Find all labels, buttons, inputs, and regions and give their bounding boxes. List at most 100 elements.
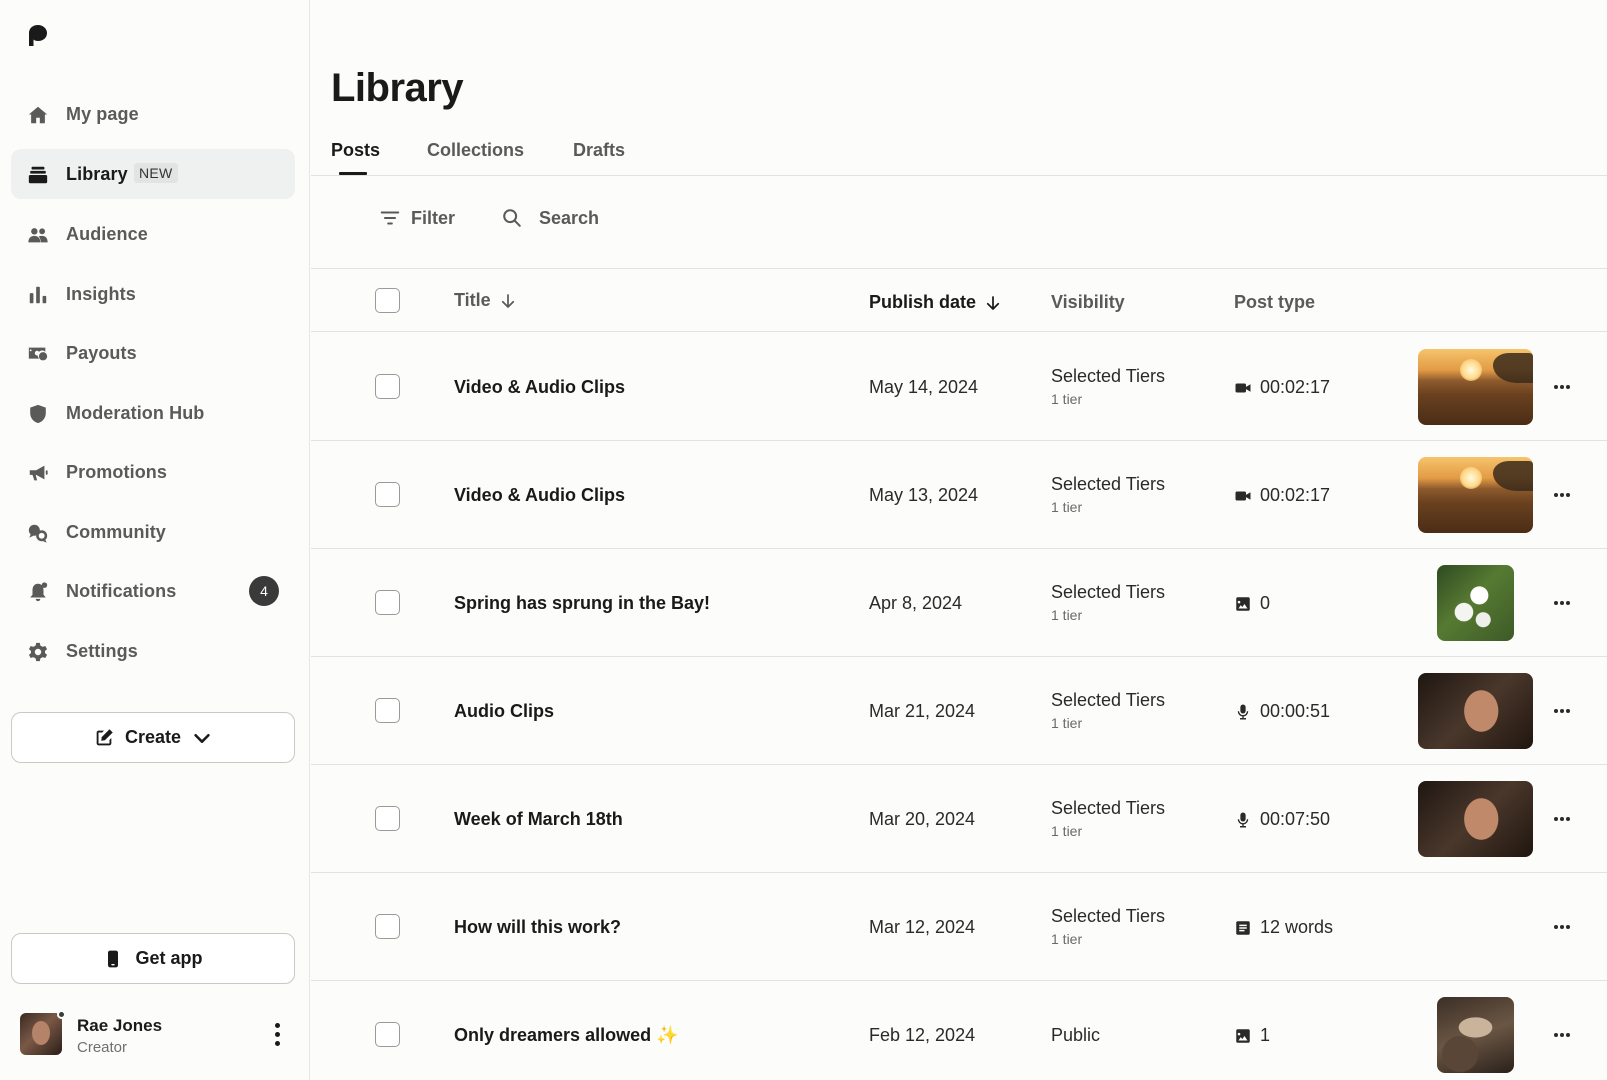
- post-type-cell: 00:02:17: [1234, 485, 1330, 506]
- tab-drafts[interactable]: Drafts: [573, 140, 625, 161]
- more-options-button[interactable]: [1551, 593, 1573, 613]
- more-options-button[interactable]: [1551, 377, 1573, 397]
- payouts-icon: [27, 343, 49, 365]
- post-type-value: 1: [1260, 1025, 1271, 1045]
- post-type-cell: 00:00:51: [1234, 701, 1330, 722]
- row-checkbox[interactable]: [375, 590, 400, 615]
- table-row[interactable]: Only dreamers allowed ✨ Feb 12, 2024 Pub…: [311, 981, 1607, 1080]
- row-checkbox[interactable]: [375, 914, 400, 939]
- publish-date: Mar 20, 2024: [869, 809, 976, 829]
- active-tab-indicator: [339, 172, 367, 175]
- post-title[interactable]: Only dreamers allowed ✨: [454, 1025, 679, 1046]
- arrow-down-icon: [986, 295, 1000, 310]
- sidebar-item-audience[interactable]: Audience: [11, 209, 295, 259]
- home-icon: [27, 104, 49, 126]
- post-thumbnail[interactable]: [1418, 457, 1533, 533]
- publish-date: Mar 12, 2024: [869, 917, 976, 937]
- sidebar-item-label: Library: [66, 163, 128, 184]
- video-icon: [1235, 491, 1251, 500]
- search-icon: [503, 209, 521, 227]
- more-options-button[interactable]: [1551, 809, 1573, 829]
- sidebar-item-library[interactable]: Library NEW: [11, 149, 295, 199]
- avatar[interactable]: [20, 1013, 62, 1055]
- sidebar-item-moderation-hub[interactable]: Moderation Hub: [11, 388, 295, 438]
- sidebar-item-community[interactable]: Community: [11, 507, 295, 557]
- post-title[interactable]: Video & Audio Clips: [454, 485, 625, 506]
- sidebar-item-label: Settings: [66, 640, 138, 661]
- post-thumbnail[interactable]: [1418, 781, 1533, 857]
- post-thumbnail[interactable]: [1418, 673, 1533, 749]
- row-checkbox[interactable]: [375, 374, 400, 399]
- sidebar-item-my-page[interactable]: My page: [11, 89, 295, 139]
- sidebar-item-settings[interactable]: Settings: [11, 626, 295, 676]
- sidebar-item-notifications[interactable]: Notifications 4: [11, 566, 295, 616]
- post-title[interactable]: How will this work?: [454, 917, 621, 938]
- table-row[interactable]: Video & Audio Clips May 13, 2024 Selecte…: [311, 441, 1607, 549]
- sidebar-item-promotions[interactable]: Promotions: [11, 447, 295, 497]
- more-options-button[interactable]: [1551, 485, 1573, 505]
- row-checkbox[interactable]: [375, 1022, 400, 1047]
- create-button[interactable]: Create: [11, 712, 295, 763]
- table-header: Title Publish date Visibility Post type: [311, 270, 1607, 332]
- sidebar-item-label: Promotions: [66, 461, 168, 482]
- main-content: Library Posts Collections Drafts Filter …: [311, 0, 1607, 1080]
- visibility-cell: Selected Tiers 1 tier: [1051, 474, 1165, 515]
- patreon-logo-icon[interactable]: [26, 24, 48, 48]
- post-title[interactable]: Week of March 18th: [454, 809, 623, 830]
- sidebar-item-label: My page: [66, 103, 139, 124]
- table-row[interactable]: Spring has sprung in the Bay! Apr 8, 202…: [311, 549, 1607, 657]
- visibility-cell: Selected Tiers 1 tier: [1051, 906, 1165, 947]
- sidebar: My page Library NEW Audience Insights Pa…: [0, 0, 310, 1080]
- page-title: Library: [331, 66, 464, 110]
- table-row[interactable]: Week of March 18th Mar 20, 2024 Selected…: [311, 765, 1607, 873]
- post-type-value: 0: [1260, 593, 1271, 613]
- text-icon: [1236, 920, 1250, 935]
- online-status-dot: [57, 1010, 66, 1019]
- table-row[interactable]: Audio Clips Mar 21, 2024 Selected Tiers …: [311, 657, 1607, 765]
- more-options-button[interactable]: [1551, 917, 1573, 937]
- post-title[interactable]: Video & Audio Clips: [454, 377, 625, 398]
- filter-button[interactable]: Filter: [379, 207, 455, 229]
- post-type-value: 00:07:50: [1260, 809, 1331, 829]
- row-checkbox[interactable]: [375, 482, 400, 507]
- sidebar-item-insights[interactable]: Insights: [11, 269, 295, 319]
- post-title[interactable]: Audio Clips: [454, 701, 554, 722]
- sidebar-item-payouts[interactable]: Payouts: [11, 328, 295, 378]
- get-app-button[interactable]: Get app: [11, 933, 295, 984]
- search-button[interactable]: Search: [501, 207, 599, 229]
- tier-count: 1 tier: [1051, 931, 1083, 947]
- tab-posts[interactable]: Posts: [331, 140, 380, 161]
- filter-icon: [380, 211, 400, 225]
- row-checkbox[interactable]: [375, 806, 400, 831]
- visibility-label: Selected Tiers: [1051, 690, 1166, 710]
- visibility-cell: Selected Tiers 1 tier: [1051, 690, 1165, 731]
- more-options-button[interactable]: [1551, 1025, 1573, 1045]
- visibility-label: Selected Tiers: [1051, 474, 1166, 494]
- edit-icon: [96, 728, 113, 745]
- sidebar-item-label: Moderation Hub: [66, 402, 205, 423]
- table-row[interactable]: How will this work? Mar 12, 2024 Selecte…: [311, 873, 1607, 981]
- visibility-label: Selected Tiers: [1051, 366, 1166, 386]
- more-options-button[interactable]: [1551, 701, 1573, 721]
- arrow-down-icon: [501, 293, 514, 308]
- user-profile: Rae Jones Creator: [20, 1010, 290, 1058]
- select-all-checkbox[interactable]: [375, 288, 400, 313]
- tier-count: 1 tier: [1051, 499, 1083, 515]
- post-thumbnail[interactable]: [1437, 997, 1514, 1073]
- column-post-type-header: Post type: [1234, 292, 1316, 312]
- row-checkbox[interactable]: [375, 698, 400, 723]
- sparkle-emoji: ✨: [656, 1025, 679, 1045]
- post-thumbnail[interactable]: [1418, 349, 1533, 425]
- post-type-cell: 12 words: [1234, 917, 1333, 938]
- tier-count: 1 tier: [1051, 715, 1083, 731]
- user-menu-button[interactable]: [264, 1019, 290, 1049]
- post-title[interactable]: Spring has sprung in the Bay!: [454, 593, 710, 614]
- post-thumbnail[interactable]: [1437, 565, 1514, 641]
- column-publish-date-header[interactable]: Publish date: [869, 292, 1002, 313]
- column-title-header[interactable]: Title: [454, 290, 517, 311]
- publish-date: Feb 12, 2024: [869, 1025, 976, 1045]
- visibility-cell: Selected Tiers 1 tier: [1051, 582, 1165, 623]
- user-role: Creator: [77, 1039, 128, 1056]
- table-row[interactable]: Video & Audio Clips May 14, 2024 Selecte…: [311, 333, 1607, 441]
- tab-collections[interactable]: Collections: [427, 140, 524, 161]
